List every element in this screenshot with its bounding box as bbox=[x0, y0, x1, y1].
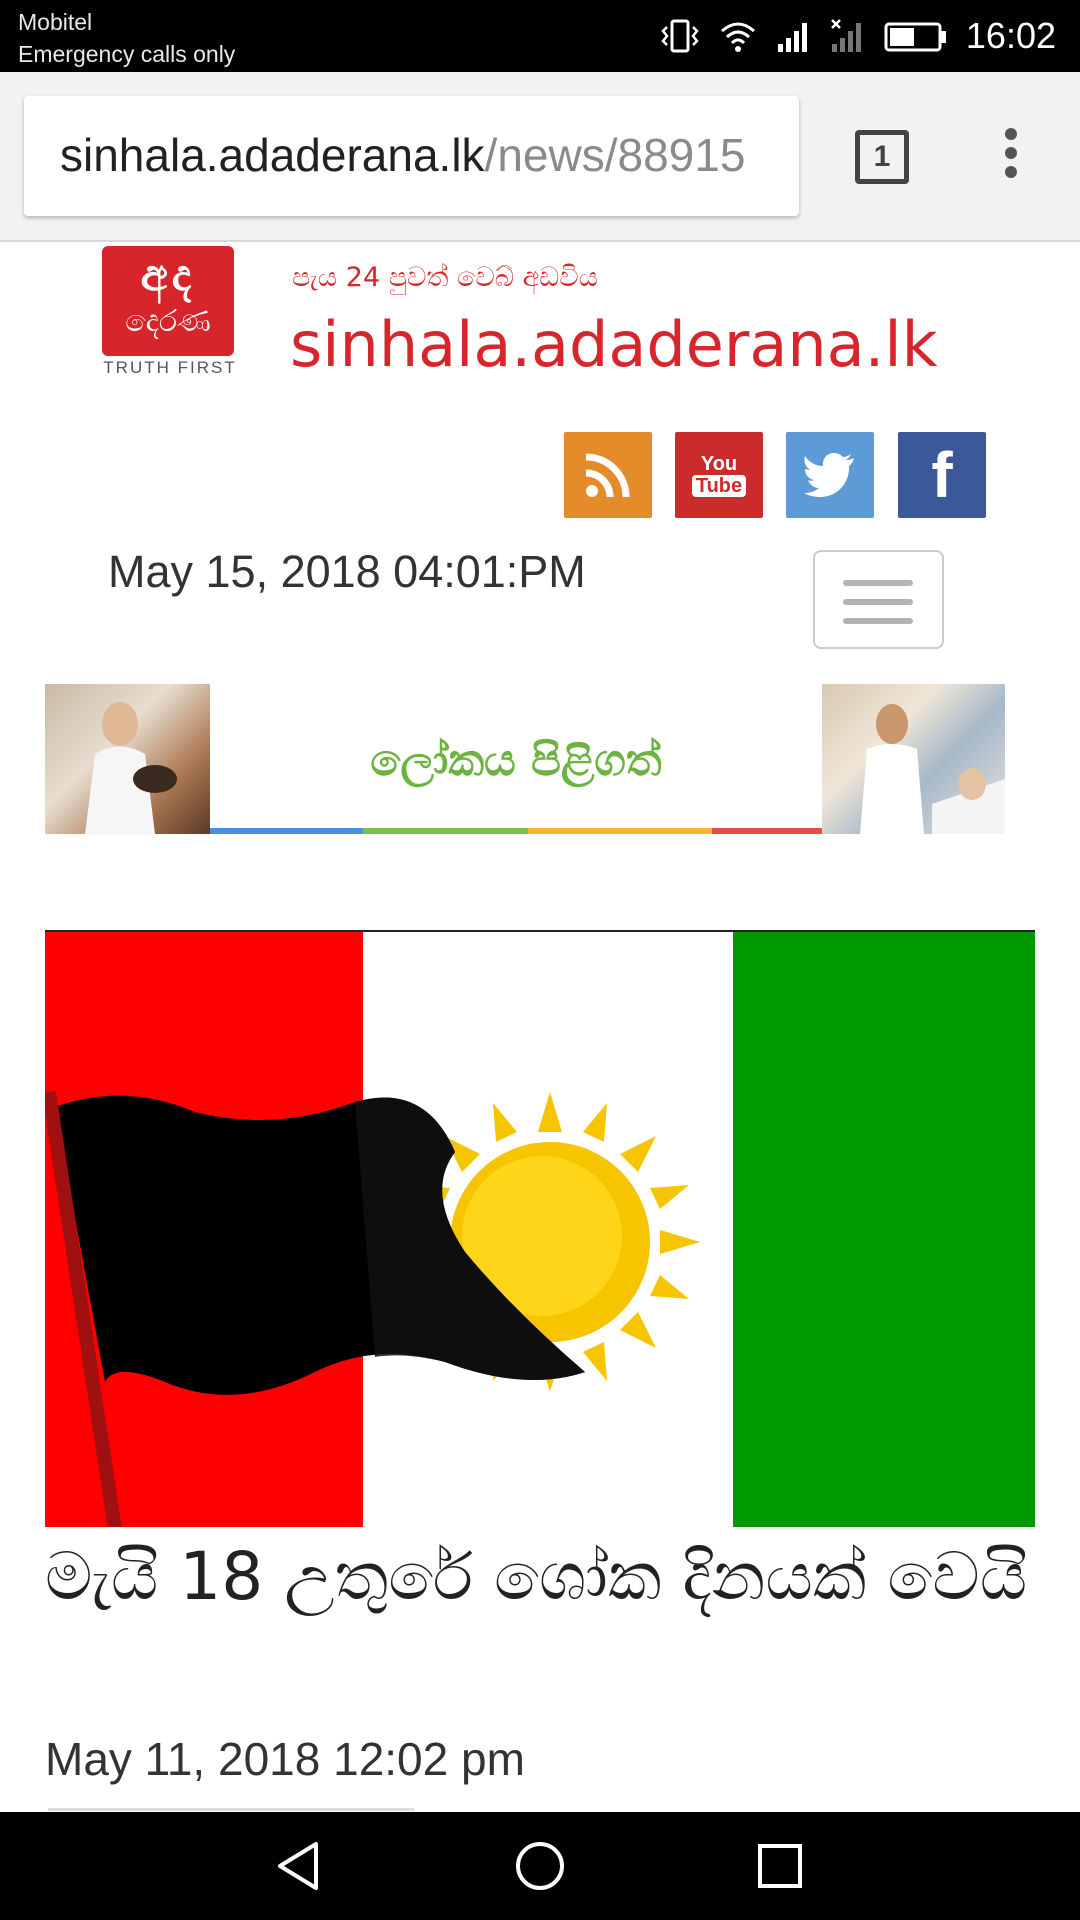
article-image[interactable] bbox=[45, 930, 1035, 1527]
youtube-you: You bbox=[700, 453, 738, 475]
logo-text-2: දෙරණ bbox=[125, 304, 211, 339]
back-icon[interactable] bbox=[272, 1838, 328, 1894]
ad-banner[interactable]: ලෝකය පිළිගත් bbox=[45, 684, 1005, 834]
youtube-tube: Tube bbox=[691, 475, 747, 497]
site-name[interactable]: sinhala.adaderana.lk bbox=[290, 308, 938, 381]
rss-button[interactable] bbox=[564, 432, 652, 518]
url-text[interactable]: sinhala.adaderana.lk/news/88915 bbox=[60, 128, 745, 182]
logo-tagline: TRUTH FIRST bbox=[103, 358, 237, 377]
twitter-icon bbox=[804, 453, 854, 497]
logo-text-1: අද bbox=[140, 250, 196, 301]
clock: 16:02 bbox=[965, 15, 1056, 56]
home-icon[interactable] bbox=[512, 1838, 568, 1894]
url-path: /news/88915 bbox=[484, 129, 746, 181]
ad-text: ලෝකය පිළිගත් bbox=[370, 735, 662, 786]
ad-image-nurse bbox=[45, 684, 210, 834]
youtube-button[interactable]: You Tube bbox=[675, 432, 763, 518]
battery-icon bbox=[884, 22, 946, 52]
more-vert-icon[interactable] bbox=[998, 128, 1024, 186]
hamburger-icon bbox=[843, 580, 913, 586]
carrier-info: Mobitel Emergency calls only bbox=[18, 6, 235, 70]
tab-switcher-button[interactable]: 1 bbox=[855, 130, 909, 184]
signal-icon bbox=[777, 23, 807, 52]
address-bar[interactable]: sinhala.adaderana.lk/news/88915 bbox=[24, 96, 799, 216]
header-date: May 15, 2018 04:01:PM bbox=[108, 546, 586, 597]
article-title[interactable]: මැයි 18 උතුරේ ශෝක දිනයක් වෙයි bbox=[45, 1540, 1035, 1614]
no-signal-icon bbox=[831, 19, 861, 52]
status-icons: 16:02 bbox=[660, 14, 1056, 58]
status-bar: Mobitel Emergency calls only 16:02 bbox=[0, 0, 1080, 72]
rss-icon bbox=[585, 453, 630, 498]
divider bbox=[48, 1808, 414, 1811]
recents-icon[interactable] bbox=[752, 1838, 808, 1894]
carrier-name: Mobitel bbox=[18, 9, 93, 35]
ad-stripe bbox=[210, 828, 822, 834]
twitter-button[interactable] bbox=[786, 432, 874, 518]
site-tagline: පැය 24 පුවත් වෙබ් අඩවිය bbox=[292, 262, 599, 293]
youtube-icon: You Tube bbox=[691, 453, 747, 497]
browser-toolbar: sinhala.adaderana.lk/news/88915 1 bbox=[0, 72, 1080, 242]
url-host: sinhala.adaderana.lk bbox=[60, 129, 485, 181]
carrier-status: Emergency calls only bbox=[18, 41, 236, 67]
facebook-icon: f bbox=[931, 439, 953, 511]
logo-mark: අද දෙරණ bbox=[102, 246, 234, 356]
site-logo[interactable]: අද දෙරණ TRUTH FIRST bbox=[102, 246, 238, 381]
ad-image-doctor bbox=[822, 684, 1005, 834]
wifi-icon bbox=[720, 22, 755, 52]
article-date: May 11, 2018 12:02 pm bbox=[45, 1733, 525, 1785]
hamburger-menu-button[interactable] bbox=[813, 550, 944, 649]
vibrate-icon bbox=[661, 19, 699, 53]
facebook-button[interactable]: f bbox=[898, 432, 986, 518]
system-nav-bar bbox=[0, 1812, 1080, 1920]
